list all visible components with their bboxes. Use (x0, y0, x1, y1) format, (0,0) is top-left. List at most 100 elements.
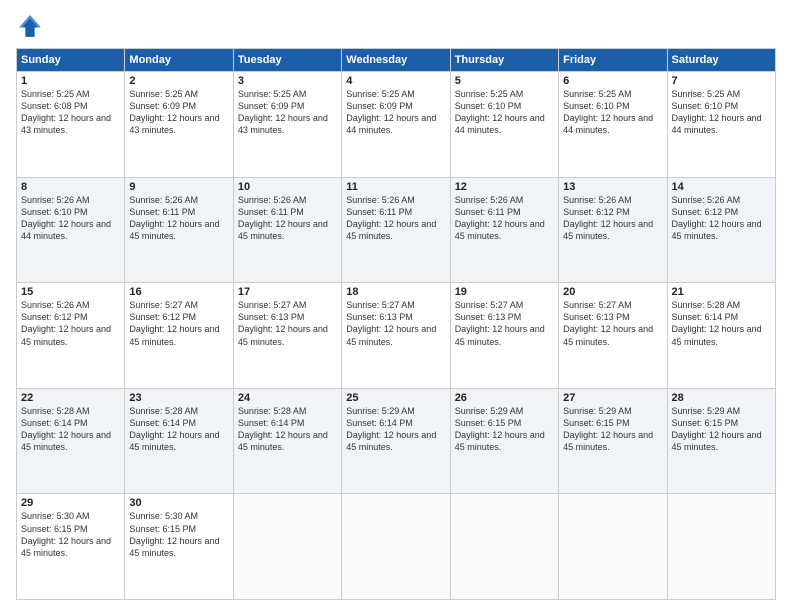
day-number: 22 (21, 392, 120, 404)
day-info: Sunrise: 5:26 AMSunset: 6:11 PMDaylight:… (346, 194, 445, 243)
day-number: 17 (238, 286, 337, 298)
calendar-day-cell (559, 494, 667, 600)
calendar-week-row: 29Sunrise: 5:30 AMSunset: 6:15 PMDayligh… (17, 494, 776, 600)
day-number: 13 (563, 181, 662, 193)
day-number: 5 (455, 75, 554, 87)
day-info: Sunrise: 5:28 AMSunset: 6:14 PMDaylight:… (21, 405, 120, 454)
day-info: Sunrise: 5:27 AMSunset: 6:12 PMDaylight:… (129, 299, 228, 348)
calendar-day-cell: 12Sunrise: 5:26 AMSunset: 6:11 PMDayligh… (450, 177, 558, 283)
calendar-day-cell: 28Sunrise: 5:29 AMSunset: 6:15 PMDayligh… (667, 388, 775, 494)
day-number: 1 (21, 75, 120, 87)
day-info: Sunrise: 5:28 AMSunset: 6:14 PMDaylight:… (672, 299, 771, 348)
calendar-day-cell: 16Sunrise: 5:27 AMSunset: 6:12 PMDayligh… (125, 283, 233, 389)
day-number: 11 (346, 181, 445, 193)
day-number: 18 (346, 286, 445, 298)
day-number: 4 (346, 75, 445, 87)
logo-icon (16, 12, 44, 40)
calendar-week-row: 15Sunrise: 5:26 AMSunset: 6:12 PMDayligh… (17, 283, 776, 389)
calendar-day-cell: 25Sunrise: 5:29 AMSunset: 6:14 PMDayligh… (342, 388, 450, 494)
day-number: 27 (563, 392, 662, 404)
col-wednesday: Wednesday (342, 49, 450, 72)
calendar-day-cell: 9Sunrise: 5:26 AMSunset: 6:11 PMDaylight… (125, 177, 233, 283)
calendar-day-cell: 4Sunrise: 5:25 AMSunset: 6:09 PMDaylight… (342, 72, 450, 178)
calendar-week-row: 8Sunrise: 5:26 AMSunset: 6:10 PMDaylight… (17, 177, 776, 283)
calendar-day-cell: 22Sunrise: 5:28 AMSunset: 6:14 PMDayligh… (17, 388, 125, 494)
calendar-page: Sunday Monday Tuesday Wednesday Thursday… (0, 0, 792, 612)
col-monday: Monday (125, 49, 233, 72)
day-number: 12 (455, 181, 554, 193)
day-info: Sunrise: 5:25 AMSunset: 6:10 PMDaylight:… (563, 88, 662, 137)
weekday-header-row: Sunday Monday Tuesday Wednesday Thursday… (17, 49, 776, 72)
calendar-day-cell: 21Sunrise: 5:28 AMSunset: 6:14 PMDayligh… (667, 283, 775, 389)
day-number: 2 (129, 75, 228, 87)
day-info: Sunrise: 5:28 AMSunset: 6:14 PMDaylight:… (238, 405, 337, 454)
day-info: Sunrise: 5:27 AMSunset: 6:13 PMDaylight:… (455, 299, 554, 348)
day-info: Sunrise: 5:29 AMSunset: 6:15 PMDaylight:… (563, 405, 662, 454)
col-friday: Friday (559, 49, 667, 72)
day-info: Sunrise: 5:27 AMSunset: 6:13 PMDaylight:… (563, 299, 662, 348)
day-info: Sunrise: 5:27 AMSunset: 6:13 PMDaylight:… (238, 299, 337, 348)
col-sunday: Sunday (17, 49, 125, 72)
day-info: Sunrise: 5:25 AMSunset: 6:10 PMDaylight:… (672, 88, 771, 137)
day-info: Sunrise: 5:30 AMSunset: 6:15 PMDaylight:… (129, 510, 228, 559)
day-info: Sunrise: 5:26 AMSunset: 6:10 PMDaylight:… (21, 194, 120, 243)
day-number: 29 (21, 497, 120, 509)
calendar-day-cell: 3Sunrise: 5:25 AMSunset: 6:09 PMDaylight… (233, 72, 341, 178)
calendar-day-cell: 24Sunrise: 5:28 AMSunset: 6:14 PMDayligh… (233, 388, 341, 494)
calendar-table: Sunday Monday Tuesday Wednesday Thursday… (16, 48, 776, 600)
day-number: 28 (672, 392, 771, 404)
day-number: 24 (238, 392, 337, 404)
calendar-day-cell: 23Sunrise: 5:28 AMSunset: 6:14 PMDayligh… (125, 388, 233, 494)
calendar-day-cell: 17Sunrise: 5:27 AMSunset: 6:13 PMDayligh… (233, 283, 341, 389)
day-info: Sunrise: 5:26 AMSunset: 6:11 PMDaylight:… (238, 194, 337, 243)
col-thursday: Thursday (450, 49, 558, 72)
calendar-week-row: 22Sunrise: 5:28 AMSunset: 6:14 PMDayligh… (17, 388, 776, 494)
day-info: Sunrise: 5:28 AMSunset: 6:14 PMDaylight:… (129, 405, 228, 454)
day-number: 14 (672, 181, 771, 193)
day-info: Sunrise: 5:29 AMSunset: 6:15 PMDaylight:… (672, 405, 771, 454)
calendar-day-cell: 13Sunrise: 5:26 AMSunset: 6:12 PMDayligh… (559, 177, 667, 283)
day-info: Sunrise: 5:25 AMSunset: 6:08 PMDaylight:… (21, 88, 120, 137)
calendar-day-cell: 30Sunrise: 5:30 AMSunset: 6:15 PMDayligh… (125, 494, 233, 600)
day-number: 3 (238, 75, 337, 87)
calendar-day-cell: 20Sunrise: 5:27 AMSunset: 6:13 PMDayligh… (559, 283, 667, 389)
calendar-day-cell (342, 494, 450, 600)
calendar-day-cell: 11Sunrise: 5:26 AMSunset: 6:11 PMDayligh… (342, 177, 450, 283)
calendar-day-cell: 8Sunrise: 5:26 AMSunset: 6:10 PMDaylight… (17, 177, 125, 283)
calendar-day-cell: 6Sunrise: 5:25 AMSunset: 6:10 PMDaylight… (559, 72, 667, 178)
calendar-day-cell: 26Sunrise: 5:29 AMSunset: 6:15 PMDayligh… (450, 388, 558, 494)
calendar-week-row: 1Sunrise: 5:25 AMSunset: 6:08 PMDaylight… (17, 72, 776, 178)
calendar-day-cell: 5Sunrise: 5:25 AMSunset: 6:10 PMDaylight… (450, 72, 558, 178)
day-info: Sunrise: 5:29 AMSunset: 6:14 PMDaylight:… (346, 405, 445, 454)
calendar-day-cell: 2Sunrise: 5:25 AMSunset: 6:09 PMDaylight… (125, 72, 233, 178)
day-number: 8 (21, 181, 120, 193)
calendar-day-cell: 1Sunrise: 5:25 AMSunset: 6:08 PMDaylight… (17, 72, 125, 178)
day-number: 9 (129, 181, 228, 193)
day-info: Sunrise: 5:26 AMSunset: 6:12 PMDaylight:… (563, 194, 662, 243)
day-number: 25 (346, 392, 445, 404)
day-info: Sunrise: 5:26 AMSunset: 6:12 PMDaylight:… (672, 194, 771, 243)
day-number: 19 (455, 286, 554, 298)
col-saturday: Saturday (667, 49, 775, 72)
calendar-day-cell: 14Sunrise: 5:26 AMSunset: 6:12 PMDayligh… (667, 177, 775, 283)
day-number: 10 (238, 181, 337, 193)
calendar-day-cell: 7Sunrise: 5:25 AMSunset: 6:10 PMDaylight… (667, 72, 775, 178)
day-info: Sunrise: 5:29 AMSunset: 6:15 PMDaylight:… (455, 405, 554, 454)
day-info: Sunrise: 5:25 AMSunset: 6:09 PMDaylight:… (238, 88, 337, 137)
day-number: 21 (672, 286, 771, 298)
day-info: Sunrise: 5:26 AMSunset: 6:12 PMDaylight:… (21, 299, 120, 348)
day-number: 16 (129, 286, 228, 298)
day-info: Sunrise: 5:30 AMSunset: 6:15 PMDaylight:… (21, 510, 120, 559)
day-number: 23 (129, 392, 228, 404)
calendar-day-cell: 29Sunrise: 5:30 AMSunset: 6:15 PMDayligh… (17, 494, 125, 600)
day-number: 20 (563, 286, 662, 298)
day-info: Sunrise: 5:27 AMSunset: 6:13 PMDaylight:… (346, 299, 445, 348)
calendar-day-cell: 27Sunrise: 5:29 AMSunset: 6:15 PMDayligh… (559, 388, 667, 494)
day-info: Sunrise: 5:25 AMSunset: 6:09 PMDaylight:… (129, 88, 228, 137)
day-info: Sunrise: 5:26 AMSunset: 6:11 PMDaylight:… (129, 194, 228, 243)
day-info: Sunrise: 5:25 AMSunset: 6:10 PMDaylight:… (455, 88, 554, 137)
day-number: 15 (21, 286, 120, 298)
col-tuesday: Tuesday (233, 49, 341, 72)
day-number: 26 (455, 392, 554, 404)
day-number: 7 (672, 75, 771, 87)
